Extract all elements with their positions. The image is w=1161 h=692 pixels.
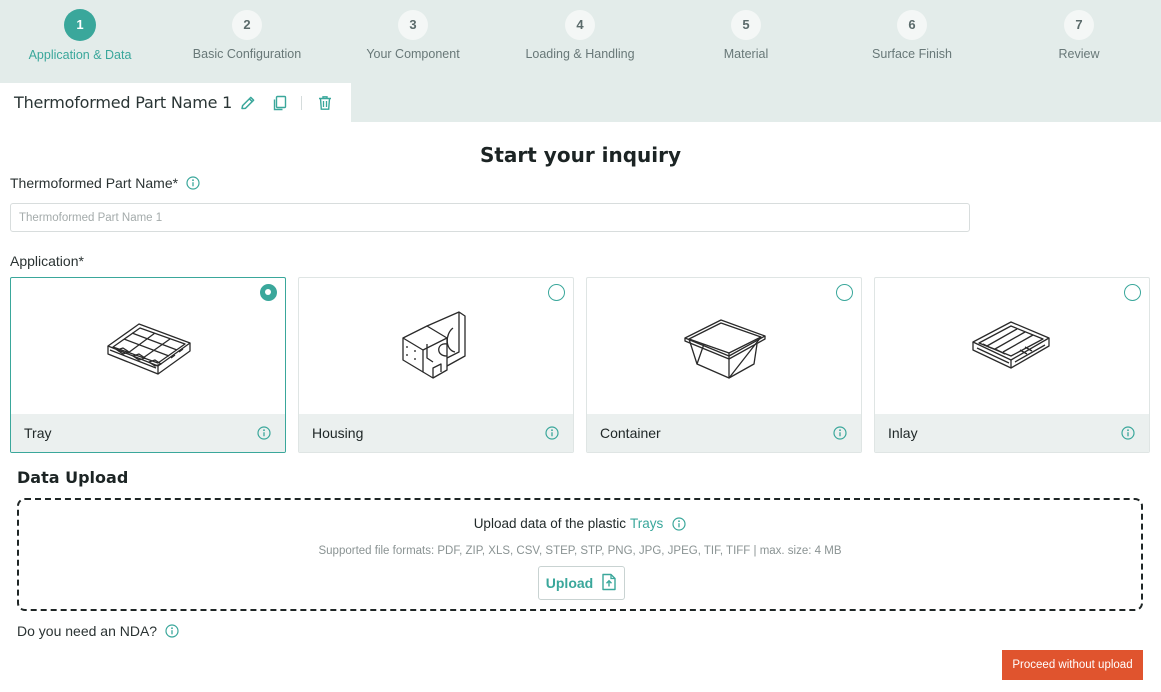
copy-icon[interactable] — [270, 93, 290, 113]
inlay-icon — [875, 298, 1149, 398]
info-icon[interactable] — [165, 624, 179, 638]
step-number: 6 — [897, 10, 927, 40]
card-label: Tray — [24, 425, 52, 441]
card-label: Container — [600, 425, 661, 441]
part-name-input[interactable] — [10, 203, 970, 232]
card-footer: Container — [587, 414, 861, 452]
application-card-tray[interactable]: Tray — [10, 277, 286, 453]
pencil-icon[interactable] — [238, 93, 258, 113]
step-number: 2 — [232, 10, 262, 40]
step-label: Basic Configuration — [192, 47, 302, 61]
nda-label: Do you need an NDA? — [17, 623, 158, 639]
step-label: Material — [723, 47, 769, 61]
step-label: Loading & Handling — [525, 47, 635, 61]
application-label-row: Application* — [10, 253, 84, 269]
tab-divider — [301, 96, 302, 110]
step-loading-handling[interactable]: 4 Loading & Handling — [497, 8, 663, 61]
step-label: Review — [1058, 47, 1100, 61]
container-icon — [587, 298, 861, 398]
housing-icon — [299, 298, 573, 398]
part-tab[interactable]: Thermoformed Part Name 1 — [0, 83, 351, 123]
upload-button-label: Upload — [545, 575, 594, 591]
step-number: 3 — [398, 10, 428, 40]
step-application-data[interactable]: 1 Application & Data — [0, 8, 163, 62]
step-list: 1 Application & Data 2 Basic Configurati… — [0, 0, 1161, 70]
part-name-label-row: Thermoformed Part Name* — [10, 175, 200, 191]
step-your-component[interactable]: 3 Your Component — [330, 8, 496, 61]
upload-dropzone[interactable]: Upload data of the plastic Trays Support… — [17, 498, 1143, 611]
tray-icon — [11, 298, 285, 398]
step-label: Your Component — [366, 47, 460, 61]
upload-prompt-link[interactable]: Trays — [630, 516, 663, 531]
step-number: 1 — [64, 9, 96, 41]
step-number: 4 — [565, 10, 595, 40]
info-icon[interactable] — [1121, 426, 1135, 440]
info-icon[interactable] — [672, 516, 686, 531]
application-label: Application* — [10, 253, 84, 269]
part-name-label: Thermoformed Part Name* — [10, 175, 179, 191]
card-footer: Tray — [11, 414, 285, 452]
upload-prompt-text: Upload data of the plastic — [473, 516, 627, 531]
info-icon[interactable] — [186, 176, 200, 190]
upload-prompt: Upload data of the plastic Trays — [19, 516, 1141, 531]
part-tab-name: Thermoformed Part Name 1 — [14, 93, 233, 112]
supported-formats: Supported file formats: PDF, ZIP, XLS, C… — [318, 545, 842, 557]
step-number: 7 — [1064, 10, 1094, 40]
step-label: Application & Data — [28, 48, 132, 62]
card-label: Inlay — [888, 425, 918, 441]
step-number: 5 — [731, 10, 761, 40]
step-surface-finish[interactable]: 6 Surface Finish — [829, 8, 995, 61]
page-title: Start your inquiry — [479, 143, 682, 167]
application-card-housing[interactable]: Housing — [298, 277, 574, 453]
card-label: Housing — [312, 425, 364, 441]
application-card-container[interactable]: Container — [586, 277, 862, 453]
trash-icon[interactable] — [315, 93, 335, 113]
upload-button[interactable]: Upload — [538, 566, 625, 600]
info-icon[interactable] — [545, 426, 559, 440]
file-upload-icon — [601, 573, 617, 594]
card-footer: Inlay — [875, 414, 1149, 452]
step-material[interactable]: 5 Material — [663, 8, 829, 61]
step-review[interactable]: 7 Review — [996, 8, 1161, 61]
data-upload-title: Data Upload — [17, 468, 129, 487]
step-basic-configuration[interactable]: 2 Basic Configuration — [164, 8, 330, 61]
info-icon[interactable] — [257, 426, 271, 440]
info-icon[interactable] — [833, 426, 847, 440]
step-label: Surface Finish — [872, 47, 952, 61]
proceed-without-upload-button[interactable]: Proceed without upload — [1002, 650, 1143, 680]
application-card-inlay[interactable]: Inlay — [874, 277, 1150, 453]
card-footer: Housing — [299, 414, 573, 452]
nda-row: Do you need an NDA? — [17, 623, 179, 639]
